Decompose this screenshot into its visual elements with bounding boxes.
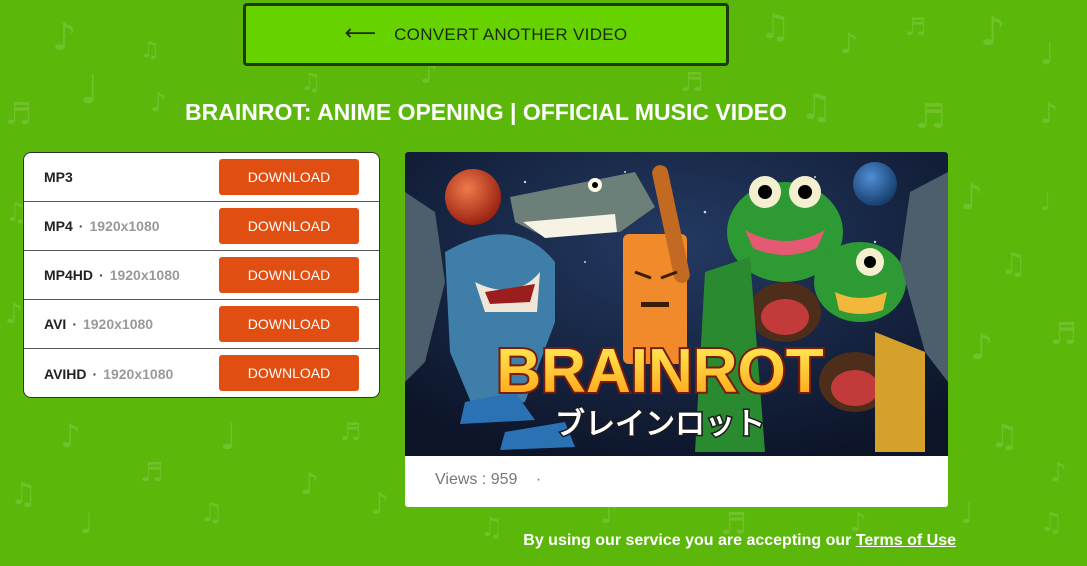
- format-resolution: 1920x1080: [82, 316, 154, 332]
- format-list: MP3 DOWNLOAD MP4 · 1920x1080 DOWNLOAD MP…: [23, 152, 380, 398]
- views-info: Views : 959 ·: [435, 471, 541, 489]
- separator-dot: ·: [99, 267, 104, 283]
- format-resolution: 1920x1080: [89, 218, 160, 234]
- convert-another-video-button[interactable]: ⟵ CONVERT ANOTHER VIDEO: [243, 3, 729, 66]
- thumbnail-title: BRAINROT: [496, 337, 823, 406]
- format-row-avi: AVI · 1920x1080 DOWNLOAD: [24, 300, 379, 349]
- format-name: MP3: [44, 169, 73, 185]
- terms-of-use-link[interactable]: Terms of Use: [856, 532, 956, 549]
- views-count: Views : 959: [435, 471, 518, 488]
- download-button-mp3[interactable]: DOWNLOAD: [219, 159, 359, 195]
- format-row-avihd: AVIHD · 1920x1080 DOWNLOAD: [24, 349, 379, 397]
- views-separator: ·: [535, 471, 542, 488]
- arrow-left-icon: ⟵: [344, 20, 377, 46]
- terms-notice: By using our service you are accepting o…: [523, 532, 956, 550]
- format-name: AVIHD: [44, 365, 87, 382]
- convert-button-label: CONVERT ANOTHER VIDEO: [394, 24, 628, 44]
- video-card: BRAINROT ブレインロット Views : 959 ·: [405, 152, 948, 507]
- format-name: MP4: [44, 218, 73, 234]
- terms-text: By using our service you are accepting o…: [523, 532, 856, 549]
- format-name: MP4HD: [44, 267, 94, 283]
- format-row-mp4: MP4 · 1920x1080 DOWNLOAD: [24, 202, 379, 251]
- separator-dot: ·: [78, 218, 84, 234]
- format-resolution: 1920x1080: [103, 365, 174, 382]
- download-button-avi[interactable]: DOWNLOAD: [219, 306, 359, 342]
- separator-dot: ·: [72, 316, 77, 332]
- download-button-mp4hd[interactable]: DOWNLOAD: [219, 257, 359, 293]
- download-button-mp4[interactable]: DOWNLOAD: [219, 208, 359, 244]
- thumbnail-subtitle: ブレインロット: [555, 407, 765, 442]
- format-row-mp3: MP3 DOWNLOAD: [24, 153, 379, 202]
- format-row-mp4hd: MP4HD · 1920x1080 DOWNLOAD: [24, 251, 379, 300]
- download-button-avihd[interactable]: DOWNLOAD: [219, 355, 359, 391]
- video-title: BRAINROT: ANIME OPENING | OFFICIAL MUSIC…: [185, 99, 787, 125]
- format-name: AVI: [44, 316, 67, 332]
- video-thumbnail[interactable]: BRAINROT ブレインロット: [405, 152, 948, 456]
- format-resolution: 1920x1080: [109, 267, 180, 283]
- separator-dot: ·: [92, 365, 98, 382]
